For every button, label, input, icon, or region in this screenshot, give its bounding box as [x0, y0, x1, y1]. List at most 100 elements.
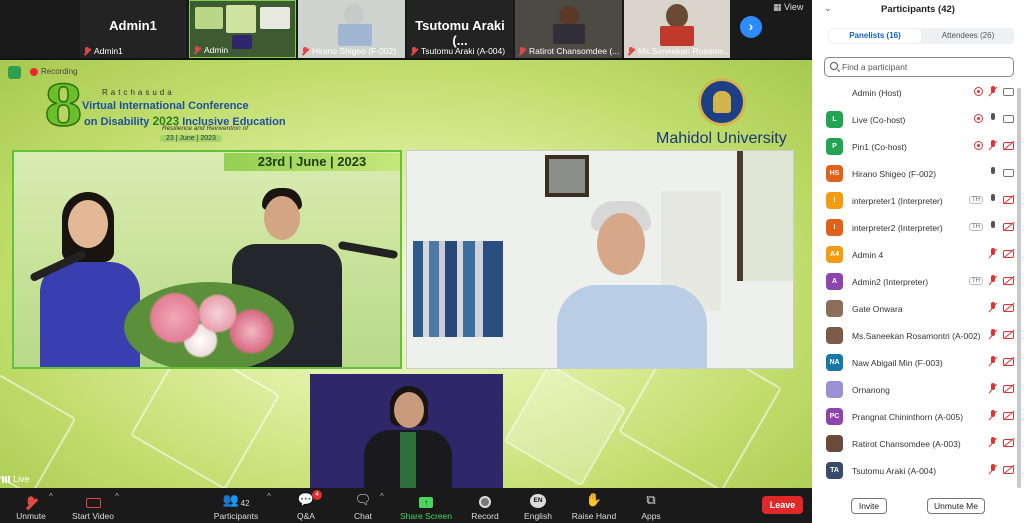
microphone-icon [988, 221, 998, 232]
raise-hand-button[interactable]: ✋ Raise Hand [570, 488, 618, 523]
camera-off-icon [1003, 465, 1014, 474]
wall-picture [545, 155, 589, 197]
participants-button[interactable]: 👥 42 Participants [210, 488, 262, 523]
participant-status-icons [988, 329, 1014, 340]
record-button[interactable]: Record [468, 488, 502, 523]
camera-icon [1003, 114, 1014, 123]
camera-off-icon [1003, 330, 1014, 339]
chat-button[interactable]: 🗨 Chat [348, 488, 378, 523]
participant-status-icons [974, 113, 1014, 124]
microphone-icon [988, 167, 998, 178]
avatar [826, 381, 843, 398]
thumbnail-strip: Admin1 Admin1 Admin Hirano Shigeo (F-002… [0, 0, 812, 58]
hexagon-decoration [0, 373, 77, 488]
participant-status-icons [988, 437, 1014, 448]
conference-number: 8 [43, 73, 83, 139]
start-video-button[interactable]: Start Video [64, 488, 122, 523]
participant-row[interactable]: TA Tsutomu Araki (A-004) [812, 457, 1018, 484]
participant-row[interactable]: Ratirot Chansomdee (A-003) [812, 430, 1018, 457]
participant-row[interactable]: A Admin2 (Interpreter) TH [812, 268, 1018, 295]
avatar: I [826, 192, 843, 209]
strip-tile-admin[interactable]: Admin [189, 0, 296, 58]
chevron-up-icon[interactable]: ^ [115, 492, 119, 501]
strip-tile-ratirot[interactable]: Ratirot Chansomdee (... [515, 0, 622, 58]
participant-row[interactable]: L Live (Co-host) [812, 106, 1018, 133]
microphone-icon [988, 194, 998, 205]
tile-name: Tsutomu Araki (... [415, 18, 505, 48]
participant-name: Admin 4 [852, 250, 884, 260]
participant-row[interactable]: Ornanong [812, 376, 1018, 403]
video-sign-interpreter[interactable] [310, 374, 503, 488]
unmute-me-button[interactable]: Unmute Me [927, 498, 985, 514]
chevron-up-icon[interactable]: ^ [49, 492, 53, 501]
participant-row[interactable]: PC Prangnat Chininthorn (A-005) [812, 403, 1018, 430]
language-icon: TH [969, 222, 983, 231]
participants-tabs: Panelists (16) Attendees (26) [828, 28, 1014, 44]
conference-top: Ratchasuda [102, 88, 175, 97]
unmute-button[interactable]: Unmute [8, 488, 54, 523]
participant-row[interactable]: Iinterpreter2 (Interpreter) TH [812, 214, 1018, 241]
invite-button[interactable]: Invite [851, 498, 887, 514]
camera-off-icon [1003, 303, 1014, 312]
avatar: I [826, 219, 843, 236]
tile-label: Hirano Shigeo (F-002) [301, 46, 396, 56]
shield-icon[interactable] [8, 66, 21, 79]
language-button[interactable]: EN English [520, 488, 556, 523]
share-screen-icon: ↑ [419, 497, 433, 508]
strip-tile-admin1[interactable]: Admin1 Admin1 [80, 0, 186, 58]
thumb-video [260, 7, 290, 29]
participant-row[interactable]: Iinterpreter1 (Interpreter) TH [812, 187, 1018, 214]
apps-icon: ⧉ [646, 492, 656, 507]
apps-button[interactable]: ⧉ Apps [634, 488, 668, 523]
chevron-right-icon[interactable]: › [740, 16, 762, 38]
participant-name: Ms.Saneekan Rosamontri (A-002) [852, 331, 981, 341]
view-button[interactable]: ▦ View [773, 2, 803, 13]
meeting-area: Admin1 Admin1 Admin Hirano Shigeo (F-002… [0, 0, 812, 523]
participant-row[interactable]: Admin (Host) [812, 79, 1018, 106]
chevron-up-icon[interactable]: ^ [380, 492, 384, 501]
participant-name: Admin (Host) [852, 88, 902, 98]
scrollbar[interactable] [1017, 88, 1021, 488]
participant-row[interactable]: HS Hirano Shigeo (F-002) [812, 160, 1018, 187]
camera-off-icon [1003, 195, 1014, 204]
camera-off-icon [1003, 141, 1014, 150]
thumb-video [232, 35, 252, 49]
participant-row[interactable]: Gate Onwara [812, 295, 1018, 322]
mic-off-icon [627, 46, 635, 56]
strip-tile-tsutomu[interactable]: Tsutomu Araki (... Tsutomu Araki (A-004) [407, 0, 513, 58]
strip-tile-saneekan[interactable]: Ms.Saneekan Rosamo... [624, 0, 730, 58]
avatar: NA [826, 354, 843, 371]
participant-name: Ornanong [852, 385, 890, 395]
tab-attendees[interactable]: Attendees (26) [922, 28, 1014, 44]
share-screen-button[interactable]: ↑ Share Screen [398, 488, 454, 523]
tile-label: Tsutomu Araki (A-004) [410, 46, 505, 56]
shared-stage: Recording 8 Ratchasuda Virtual Internati… [0, 60, 812, 488]
tab-panelists[interactable]: Panelists (16) [829, 29, 921, 43]
participant-name: interpreter1 (Interpreter) [852, 196, 943, 206]
video-hosts[interactable]: 23rd | June | 2023 [12, 150, 402, 369]
video-speaker[interactable] [406, 150, 794, 369]
participant-row[interactable]: NA Naw Abigail Min (F-003) [812, 349, 1018, 376]
participant-name: Hirano Shigeo (F-002) [852, 169, 937, 179]
leave-button[interactable]: Leave [762, 496, 803, 514]
search-input[interactable]: Find a participant [824, 57, 1014, 77]
mic-off-icon [83, 46, 91, 56]
participant-status-icons [988, 383, 1014, 394]
participant-row[interactable]: Ms.Saneekan Rosamontri (A-002) [812, 322, 1018, 349]
search-icon [830, 62, 838, 70]
conference-logo: 8 Ratchasuda Virtual International Confe… [43, 73, 286, 144]
participant-row[interactable]: A4 Admin 4 [812, 241, 1018, 268]
camera-off-icon [1003, 222, 1014, 231]
participant-row[interactable]: P Pin1 (Co-host) [812, 133, 1018, 160]
recording-icon [974, 141, 983, 150]
window [737, 151, 793, 281]
camera-off-icon [1003, 384, 1014, 393]
participant-status-icons [988, 167, 1014, 178]
thumb-video [226, 5, 256, 33]
strip-tile-hirano[interactable]: Hirano Shigeo (F-002) [298, 0, 405, 58]
chevron-up-icon[interactable]: ^ [267, 492, 271, 501]
participant-status-icons: TH [969, 221, 1014, 232]
camera-off-icon [1003, 438, 1014, 447]
avatar: PC [826, 408, 843, 425]
bookshelf [413, 241, 503, 337]
